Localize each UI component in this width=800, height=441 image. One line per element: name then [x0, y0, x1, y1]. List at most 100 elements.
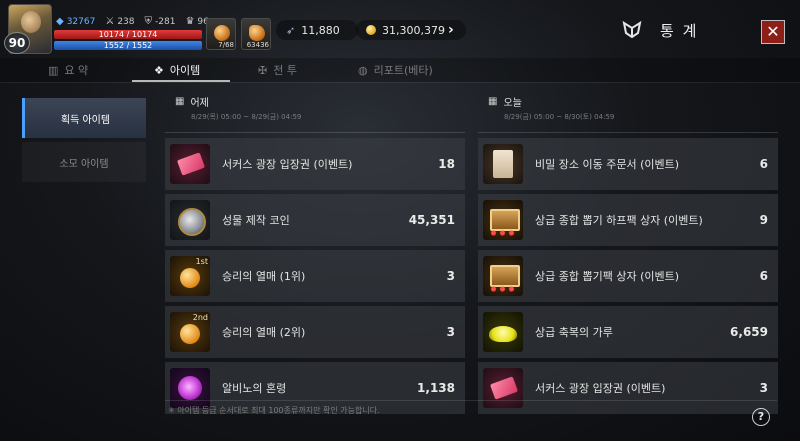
list-item[interactable]: 비밀 장소 이동 주문서 (이벤트) 6 — [478, 138, 778, 190]
currency-expand-icon[interactable]: › — [448, 22, 454, 38]
divider — [478, 132, 778, 133]
list-item[interactable]: 2nd 승리의 열매 (2위) 3 — [165, 306, 465, 358]
crystal-amount: 11,880 — [301, 23, 340, 37]
item-icon: ❖ — [154, 63, 164, 77]
tab-summary-label: 요 약 — [64, 64, 89, 77]
summary-icon: ▥ — [48, 63, 59, 77]
avatar-face — [21, 11, 41, 33]
combat-power: ◆ 32767 — [56, 16, 95, 27]
today-range: 8/29(금) 05:00 ~ 8/30(토) 04:59 — [504, 113, 615, 121]
mp-bar: 1552 / 1552 — [54, 41, 202, 50]
item-name: 서커스 광장 입장권 (이벤트) — [222, 158, 353, 171]
stat-attack: ⚔ 238 — [105, 16, 134, 27]
scroll-icon — [483, 144, 523, 184]
list-item[interactable]: 상급 종합 뽑기팩 상자 (이벤트) 6 — [478, 250, 778, 302]
side-item-consumed[interactable]: 소모 아이템 — [22, 142, 146, 182]
divider — [165, 132, 465, 133]
yesterday-range: 8/29(목) 05:00 ~ 8/29(금) 04:59 — [191, 113, 302, 121]
shield-icon: ⛨ — [144, 16, 153, 27]
tab-summary[interactable]: ▥ 요 약 — [48, 58, 88, 82]
quick-slot-2-count: 63436 — [246, 41, 269, 49]
mp-text: 1552 / 1552 — [103, 41, 153, 50]
item-quantity: 6,659 — [730, 325, 768, 339]
quick-slot-1-count: 7/68 — [218, 41, 234, 49]
tab-item[interactable]: ❖ 아이템 — [154, 58, 200, 82]
gold-amount: 31,300,379 — [382, 23, 445, 37]
tab-divider — [0, 82, 800, 83]
item-quantity: 3 — [446, 325, 455, 339]
feather-icon — [249, 25, 265, 41]
item-quantity: 45,351 — [408, 213, 455, 227]
quick-slot-2[interactable]: 63436 — [241, 18, 271, 50]
footer-divider — [165, 400, 777, 401]
yesterday-title: 어제 — [190, 97, 209, 109]
item-quantity: 9 — [759, 213, 768, 227]
calendar-icon: ▦ — [488, 95, 498, 107]
list-item[interactable]: 상급 축복의 가루 6,659 — [478, 306, 778, 358]
powder-icon — [483, 312, 523, 352]
today-column: ▦ 오늘 8/29(금) 05:00 ~ 8/30(토) 04:59 비밀 장소… — [478, 90, 778, 418]
rank-badge: 2nd — [192, 313, 208, 322]
rank-badge: 1st — [195, 257, 208, 266]
tab-item-label: 아이템 — [169, 64, 201, 77]
trophy-icon: ♛ — [185, 16, 195, 27]
fruit-icon: 2nd — [170, 312, 210, 352]
list-item[interactable]: 서커스 광장 입장권 (이벤트) 18 — [165, 138, 465, 190]
statistics-icon — [622, 20, 642, 39]
potion-icon — [214, 25, 230, 41]
ticket-icon — [170, 144, 210, 184]
chest-icon — [483, 200, 523, 240]
player-stats: ◆ 32767 ⚔ 238 ⛨ -281 ♛ 96 — [56, 16, 209, 27]
yesterday-header: ▦ 어제 — [165, 90, 465, 112]
item-quantity: 6 — [759, 157, 768, 171]
tab-report-label: 리포트(베타) — [373, 64, 433, 77]
hp-text: 10174 / 10174 — [98, 30, 158, 39]
stat-defense-value: -281 — [155, 16, 176, 27]
side-item-acquired[interactable]: 획득 아이템 — [22, 98, 146, 138]
item-name: 서커스 광장 입장권 (이벤트) — [535, 382, 666, 395]
tab-report[interactable]: ◍ 리포트(베타) — [358, 58, 433, 82]
item-name: 승리의 열매 (2위) — [222, 326, 306, 339]
tab-battle[interactable]: ✠ 전 투 — [258, 58, 297, 82]
item-name: 상급 종합 뽑기팩 상자 (이벤트) — [535, 270, 680, 283]
ticket-icon — [483, 368, 523, 408]
combat-power-icon: ◆ — [56, 16, 64, 27]
today-title: 오늘 — [503, 97, 522, 109]
combat-power-value: 32767 — [66, 16, 96, 27]
crystal-currency: ➶ 11,880 — [276, 20, 358, 40]
quick-slot-1[interactable]: 7/68 — [206, 18, 236, 50]
list-item[interactable]: 서커스 광장 입장권 (이벤트) 3 — [478, 362, 778, 414]
list-item[interactable]: 성물 제작 코인 45,351 — [165, 194, 465, 246]
item-name: 승리의 열매 (1위) — [222, 270, 306, 283]
item-quantity: 6 — [759, 269, 768, 283]
soul-icon — [170, 368, 210, 408]
item-quantity: 3 — [759, 381, 768, 395]
sword-icon: ⚔ — [105, 16, 115, 27]
chest-icon — [483, 256, 523, 296]
top-bar: 90 ◆ 32767 ⚔ 238 ⛨ -281 ♛ 96 10174 / 101… — [0, 0, 800, 58]
item-quantity: 1,138 — [417, 381, 455, 395]
gold-coin-icon — [366, 25, 376, 35]
footer-note: ✳ 아이템 등급 순서대로 최대 100종류까지만 확인 가능합니다. — [168, 406, 380, 415]
side-menu: 획득 아이템 소모 아이템 — [22, 98, 146, 186]
report-icon: ◍ — [358, 63, 368, 77]
calendar-icon: ▦ — [175, 95, 185, 107]
crystal-icon: ➶ — [286, 23, 296, 37]
list-item[interactable]: 상급 종합 뽑기 하프팩 상자 (이벤트) 9 — [478, 194, 778, 246]
today-header: ▦ 오늘 — [478, 90, 778, 112]
help-button[interactable]: ? — [752, 408, 770, 426]
item-quantity: 18 — [438, 157, 455, 171]
yesterday-column: ▦ 어제 8/29(목) 05:00 ~ 8/29(금) 04:59 서커스 광… — [165, 90, 465, 418]
chest-gems — [489, 230, 517, 236]
item-quantity: 3 — [446, 269, 455, 283]
chest-gems — [489, 286, 517, 292]
close-button[interactable]: ✕ — [761, 20, 785, 44]
window-title: 통 계 — [660, 22, 699, 40]
list-item[interactable]: 1st 승리의 열매 (1위) 3 — [165, 250, 465, 302]
item-name: 상급 종합 뽑기 하프팩 상자 (이벤트) — [535, 214, 703, 227]
stat-attack-value: 238 — [117, 16, 135, 27]
coin-icon — [170, 200, 210, 240]
stat-defense: ⛨ -281 — [145, 16, 176, 27]
player-level: 90 — [4, 32, 30, 54]
fruit-icon: 1st — [170, 256, 210, 296]
